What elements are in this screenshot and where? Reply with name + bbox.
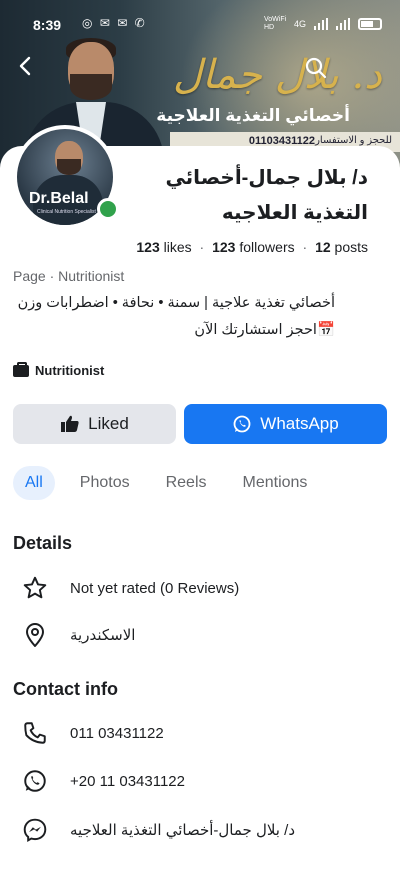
cover-logo-text: د. بلال جمال (172, 52, 382, 98)
profile-card (0, 146, 400, 875)
phone-icon (20, 718, 50, 748)
phone-row[interactable]: 011 03431122 (20, 718, 164, 748)
page-stats: 123 likes · 123 followers · 12 posts (136, 239, 368, 255)
star-icon (20, 573, 50, 603)
tab-reels[interactable]: Reels (155, 466, 218, 500)
online-status-dot (97, 198, 119, 220)
battery-icon (358, 18, 382, 30)
tab-all[interactable]: All (13, 466, 55, 500)
whatsapp-contact-icon (20, 766, 50, 796)
network-indicator: 4G (293, 19, 306, 29)
signal-icon-2 (336, 18, 350, 30)
whatsapp-text: +20 11 03431122 (70, 772, 185, 790)
category-tag-label: Nutritionist (35, 363, 105, 378)
phone-text: 011 03431122 (70, 724, 164, 742)
likes-label: likes (163, 239, 192, 255)
followers-count[interactable]: 123 (212, 239, 235, 255)
location-text: الاسكندرية (70, 627, 136, 644)
search-icon[interactable] (304, 56, 328, 80)
thumbs-up-icon (61, 415, 79, 432)
location-pin-icon (20, 620, 50, 650)
page-bio: أخصائي تغذية علاجية | سمنة • نحافة • اضط… (5, 290, 335, 344)
liked-button[interactable]: Liked (13, 404, 176, 444)
stats-separator: · (199, 239, 205, 255)
posts-count: 12 (315, 239, 331, 255)
whatsapp-button[interactable]: WhatsApp (184, 404, 387, 444)
status-time: 8:39 (33, 17, 62, 33)
status-bar: 8:39 ◎ ✉ ✉ ✆ VoWiFi HD 4G (0, 0, 400, 33)
whatsapp-button-label: WhatsApp (260, 414, 339, 433)
likes-count: 123 (136, 239, 160, 255)
messenger-row[interactable]: د/ بلال جمال-أخصائي التغذية العلاجيه (20, 815, 295, 845)
cover-phone-label: للحجز و الاستفسار (315, 135, 392, 146)
tab-mentions[interactable]: Mentions (232, 466, 319, 500)
avatar-sub-text: Clinical Nutrition Specialist (37, 209, 96, 215)
notification-icons: ◎ ✉ ✉ ✆ (82, 16, 147, 30)
signal-icon (314, 18, 328, 30)
contact-heading: Contact info (13, 679, 118, 699)
whatsapp-row[interactable]: +20 11 03431122 (20, 766, 185, 796)
page-name: د/ بلال جمال-أخصائي التغذية العلاجيه (165, 167, 368, 224)
briefcase-icon (13, 361, 29, 377)
messenger-text: د/ بلال جمال-أخصائي التغذية العلاجيه (70, 822, 295, 839)
whatsapp-icon (233, 415, 251, 433)
category-tag: Nutritionist (13, 361, 105, 378)
posts-label: posts (334, 239, 368, 255)
messenger-icon (20, 815, 50, 845)
avatar-name-text: Dr.Belal (29, 190, 89, 207)
profile-tabs: All Photos Reels Mentions (13, 466, 330, 500)
followers-label[interactable]: followers (239, 239, 294, 255)
back-arrow-icon[interactable] (14, 54, 38, 78)
liked-button-label: Liked (88, 414, 129, 433)
volte-indicator: VoWiFi HD (263, 16, 287, 31)
rating-row[interactable]: Not yet rated (0 Reviews) (20, 573, 239, 603)
details-heading: Details (13, 533, 73, 553)
location-row[interactable]: الاسكندرية (20, 620, 135, 650)
rating-text: Not yet rated (0 Reviews) (70, 579, 240, 597)
tab-photos[interactable]: Photos (69, 466, 141, 500)
bio-line-2: 📅احجز استشارتك الآن (194, 322, 335, 338)
stats-separator: · (302, 239, 308, 255)
cover-subtitle: أخصائي التغذية العلاجية (156, 106, 350, 125)
system-icons: VoWiFi HD 4G (264, 16, 382, 32)
bio-line-1: أخصائي تغذية علاجية | سمنة • نحافة • اضط… (17, 295, 335, 311)
page-category: Page · Nutritionist (13, 268, 125, 284)
